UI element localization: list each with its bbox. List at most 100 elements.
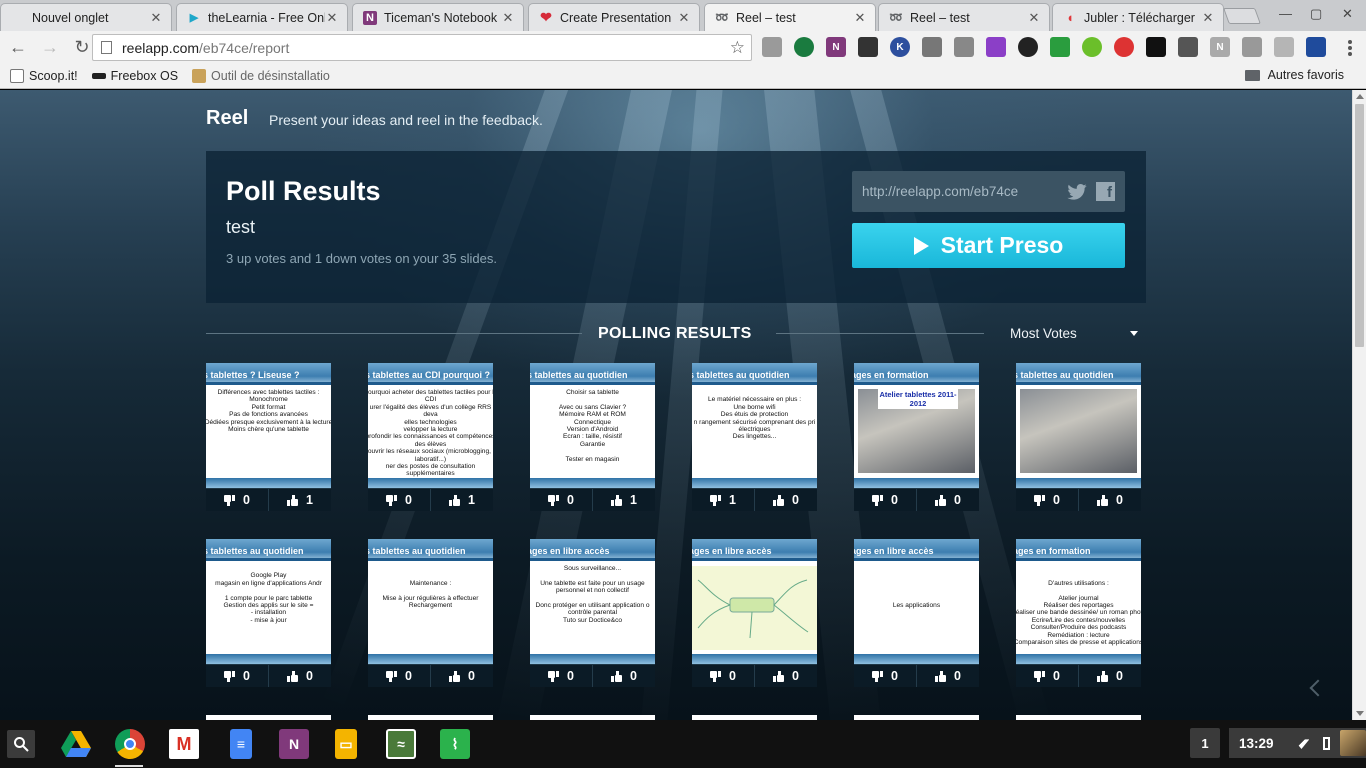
slide-thumbnail[interactable]: es tablettes au quotidien Le matériel né… bbox=[692, 363, 817, 488]
brand-logo[interactable]: Reel bbox=[206, 107, 248, 130]
minimize-icon[interactable]: — bbox=[1279, 6, 1292, 21]
down-vote[interactable]: 0 bbox=[1016, 489, 1079, 511]
up-vote[interactable]: 1 bbox=[593, 489, 655, 511]
start-preso-button[interactable]: Start Preso bbox=[852, 223, 1125, 268]
forward-icon[interactable]: → bbox=[36, 34, 64, 62]
film-extension-icon[interactable] bbox=[858, 37, 878, 57]
bookmark-freebox[interactable]: Freebox OS bbox=[91, 69, 178, 83]
slide-card[interactable]: es tablettes au quotidien 0 0 bbox=[1016, 363, 1141, 511]
bookmark-uninstall-tool[interactable]: Outil de désinstallatio bbox=[192, 69, 330, 83]
down-vote[interactable]: 0 bbox=[368, 665, 431, 687]
slide-thumbnail[interactable]: es tablettes au quotidien bbox=[1016, 363, 1141, 488]
chrome-icon[interactable] bbox=[115, 729, 145, 759]
camera-extension-icon[interactable] bbox=[954, 37, 974, 57]
color-extension-icon[interactable] bbox=[1018, 37, 1038, 57]
back-icon[interactable]: ← bbox=[4, 34, 32, 62]
down-vote[interactable]: 1 bbox=[692, 489, 755, 511]
drive-icon[interactable] bbox=[61, 729, 91, 759]
k-extension-icon[interactable]: K bbox=[890, 37, 910, 57]
down-vote[interactable]: 0 bbox=[1016, 665, 1079, 687]
up-vote[interactable]: 1 bbox=[431, 489, 493, 511]
fish-extension-icon[interactable] bbox=[1146, 37, 1166, 57]
down-vote[interactable]: 0 bbox=[206, 665, 269, 687]
close-icon[interactable]: ✕ bbox=[325, 10, 339, 26]
down-vote[interactable]: 0 bbox=[854, 665, 917, 687]
onenote-extension-icon[interactable]: N bbox=[826, 37, 846, 57]
slide-thumbnail[interactable]: sages en libre accès Les applications bbox=[854, 539, 979, 664]
pen-extension-icon[interactable] bbox=[986, 37, 1006, 57]
facebook-icon[interactable]: f bbox=[1096, 182, 1115, 201]
slide-thumbnail[interactable]: sages en formation Atelier tablettes 2011… bbox=[854, 363, 979, 488]
map-icon[interactable]: ≈ bbox=[386, 729, 416, 759]
bookmark-scoopit[interactable]: Scoop.it! bbox=[10, 69, 78, 83]
share-url[interactable]: http://reelapp.com/eb74ce bbox=[862, 184, 1066, 199]
up-vote[interactable]: 0 bbox=[755, 489, 817, 511]
scrollbar-thumb[interactable] bbox=[1355, 104, 1364, 347]
slide-card[interactable]: sages en libre accès Les applications 0 0 bbox=[854, 539, 979, 687]
slide-thumbnail[interactable]: sages en libre accès Sous surveillance...… bbox=[530, 539, 655, 664]
tab-create-presentation[interactable]: ❤ Create Presentation ✕ bbox=[528, 3, 700, 31]
search-icon[interactable] bbox=[7, 730, 35, 758]
tab-reel-active[interactable]: ➿ Reel – test ✕ bbox=[704, 3, 876, 31]
tab-thelearnia[interactable]: ▶ theLearnia - Free Onl ✕ bbox=[176, 3, 348, 31]
maximize-icon[interactable]: ▢ bbox=[1310, 6, 1322, 22]
tab-new-tab[interactable]: Nouvel onglet ✕ bbox=[0, 3, 172, 31]
scroll-up-icon[interactable] bbox=[1356, 94, 1364, 99]
slide-card[interactable]: es tablettes ? Liseuse ? Différences avec… bbox=[206, 363, 331, 511]
new-tab-button[interactable] bbox=[1223, 8, 1261, 24]
n-extension-icon[interactable]: N bbox=[1210, 37, 1230, 57]
print-extension-icon[interactable] bbox=[1050, 37, 1070, 57]
dot-extension-icon[interactable] bbox=[1082, 37, 1102, 57]
close-window-icon[interactable]: ✕ bbox=[1342, 6, 1353, 22]
close-icon[interactable]: ✕ bbox=[1201, 10, 1215, 26]
down-vote[interactable]: 0 bbox=[692, 665, 755, 687]
gmail-icon[interactable]: M bbox=[169, 729, 199, 759]
twitter-icon[interactable] bbox=[1066, 183, 1088, 200]
slide-thumbnail[interactable]: es tablettes au quotidien Choisir sa tabl… bbox=[530, 363, 655, 488]
up-vote[interactable]: 0 bbox=[1079, 665, 1141, 687]
slide-card[interactable]: sages en libre accès Sous surveillance...… bbox=[530, 539, 655, 687]
slide-card[interactable]: sages en libre accès 0 0 bbox=[692, 539, 817, 687]
close-icon[interactable]: ✕ bbox=[853, 10, 867, 26]
close-icon[interactable]: ✕ bbox=[677, 10, 691, 26]
tab-ticeman[interactable]: N Ticeman's Notebook ✕ bbox=[352, 3, 524, 31]
slide-card[interactable]: sages en formation Atelier tablettes 2011… bbox=[854, 363, 979, 511]
up-vote[interactable]: 0 bbox=[431, 665, 493, 687]
up-vote[interactable]: 0 bbox=[593, 665, 655, 687]
close-icon[interactable]: ✕ bbox=[149, 10, 163, 26]
grid-extension-icon[interactable] bbox=[1242, 37, 1262, 57]
status-tray[interactable]: 13:29 bbox=[1229, 728, 1366, 758]
up-vote[interactable]: 0 bbox=[269, 665, 331, 687]
up-vote[interactable]: 0 bbox=[1079, 489, 1141, 511]
slide-thumbnail[interactable]: es tablettes au quotidien Google Play ma… bbox=[206, 539, 331, 664]
slide-card[interactable]: es tablettes au quotidien Maintenance : … bbox=[368, 539, 493, 687]
notification-count[interactable]: 1 bbox=[1190, 728, 1220, 758]
down-vote[interactable]: 0 bbox=[854, 489, 917, 511]
slide-thumbnail[interactable]: sages en formation D'autres utilisations… bbox=[1016, 539, 1141, 664]
slide-thumbnail[interactable]: es tablettes ? Liseuse ? Différences avec… bbox=[206, 363, 331, 488]
puzzle-extension-icon[interactable] bbox=[762, 37, 782, 57]
slide-card[interactable]: es tablettes au CDI pourquoi ? Pourquoi a… bbox=[368, 363, 493, 511]
down-vote[interactable]: 0 bbox=[206, 489, 269, 511]
slide-thumbnail[interactable]: es tablettes au CDI pourquoi ? Pourquoi a… bbox=[368, 363, 493, 488]
eye-extension-icon[interactable] bbox=[1114, 37, 1134, 57]
clip-extension-icon[interactable] bbox=[922, 37, 942, 57]
up-vote[interactable]: 0 bbox=[755, 665, 817, 687]
scrollbar[interactable] bbox=[1352, 90, 1366, 720]
tab-jubler[interactable]: ◖ Jubler : Télécharger ✕ bbox=[1052, 3, 1224, 31]
scroll-down-icon[interactable] bbox=[1356, 711, 1364, 716]
slides-icon[interactable]: ▭ bbox=[335, 729, 357, 759]
slide-card[interactable]: es tablettes au quotidien Choisir sa tabl… bbox=[530, 363, 655, 511]
close-icon[interactable]: ✕ bbox=[1027, 10, 1041, 26]
rss-extension-icon[interactable] bbox=[1274, 37, 1294, 57]
menu-icon[interactable] bbox=[1348, 40, 1352, 58]
slide-thumbnail[interactable]: sages en libre accès bbox=[692, 539, 817, 664]
chevron-down-icon[interactable] bbox=[1130, 331, 1138, 336]
address-bar[interactable]: reelapp.com/eb74ce/report ☆ bbox=[92, 34, 752, 61]
close-icon[interactable]: ✕ bbox=[501, 10, 515, 26]
docs-icon[interactable]: ≡ bbox=[230, 729, 252, 759]
onenote-icon[interactable]: N bbox=[279, 729, 309, 759]
brush-extension-icon[interactable] bbox=[1178, 37, 1198, 57]
up-vote[interactable]: 0 bbox=[917, 489, 979, 511]
sort-select[interactable]: Most Votes bbox=[1010, 326, 1077, 341]
